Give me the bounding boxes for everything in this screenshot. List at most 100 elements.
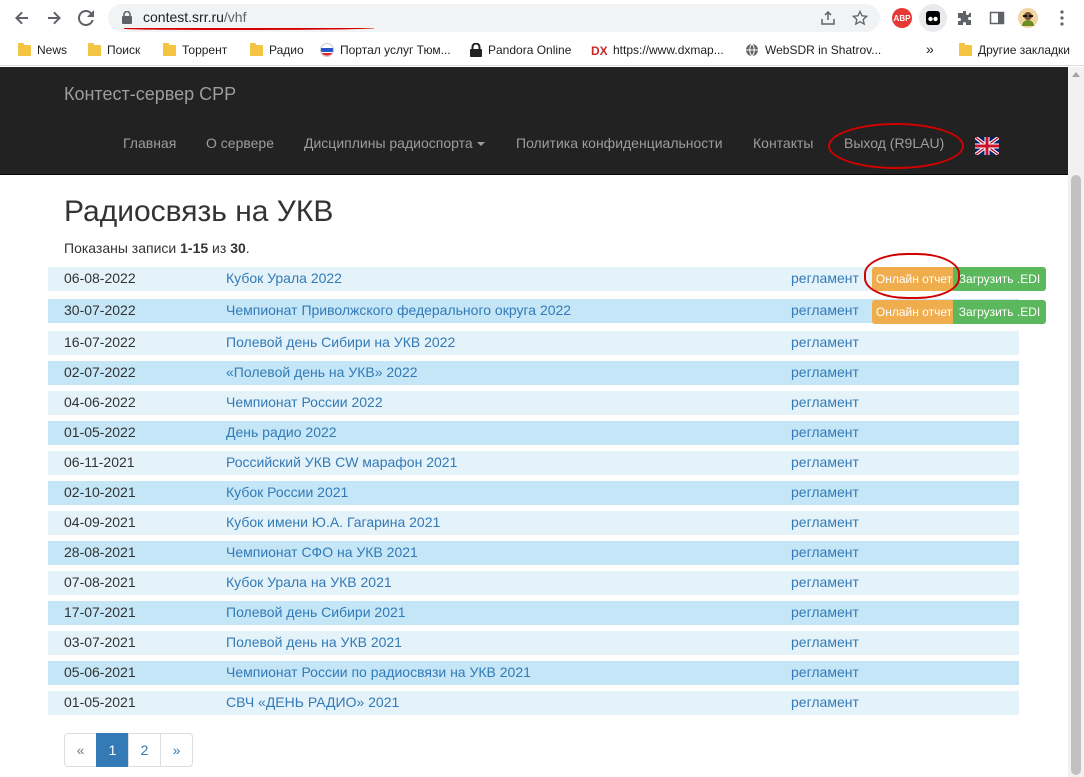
bookmark-news[interactable]: News — [18, 42, 67, 57]
contest-date: 02-07-2022 — [64, 364, 136, 380]
nav-home[interactable]: Главная — [123, 135, 176, 151]
table-row: 02-07-2022 «Полевой день на УКВ» 2022 регл… — [48, 361, 1019, 385]
table-row: 03-07-2021 Полевой день на УКВ 2021 реглам… — [48, 631, 1019, 655]
folder-icon — [959, 42, 972, 56]
reglament-link[interactable]: регламент — [791, 394, 859, 410]
reglament-link[interactable]: регламент — [791, 454, 859, 470]
bookmark-search[interactable]: Поиск — [88, 42, 140, 57]
table-row: 01-05-2021 СВЧ «ДЕНЬ РАДИО» 2021 регламент — [48, 691, 1019, 715]
padlock-icon — [470, 43, 482, 57]
reglament-link[interactable]: регламент — [791, 364, 859, 380]
browser-toolbar: contest.srr.ru/vhf ABP — [0, 0, 1084, 36]
contest-link[interactable]: Кубок России 2021 — [226, 484, 348, 500]
uk-flag-icon[interactable] — [975, 137, 999, 155]
reglament-link[interactable]: регламент — [791, 270, 859, 286]
upload-edi-button[interactable]: Загрузить .EDI — [953, 267, 1046, 291]
bookmark-pandora[interactable]: Pandora Online — [470, 43, 571, 57]
reload-icon[interactable] — [74, 6, 98, 30]
contest-link[interactable]: Полевой день Сибири 2021 — [226, 604, 406, 620]
nav-contacts[interactable]: Контакты — [753, 135, 813, 151]
pagination: « 1 2 » — [64, 733, 193, 767]
folder-icon — [163, 42, 176, 56]
bookmarks-bar: News Поиск Торрент Радио Портал услуг Тю… — [0, 36, 1084, 66]
contest-date: 06-08-2022 — [64, 270, 136, 286]
contest-date: 01-05-2021 — [64, 694, 136, 710]
pagination-next[interactable]: » — [160, 733, 193, 767]
contest-date: 06-11-2021 — [64, 454, 135, 470]
russian-flag-icon — [320, 43, 334, 57]
pagination-page-1[interactable]: 1 — [96, 733, 129, 767]
nav-about[interactable]: О сервере — [206, 135, 274, 151]
bookmark-star-icon[interactable] — [850, 8, 870, 28]
dxmaps-icon: DX — [591, 44, 607, 57]
scroll-up-icon[interactable] — [1072, 72, 1080, 77]
table-row: 04-09-2021 Кубок имени Ю.А. Гагарина 2021… — [48, 511, 1019, 535]
contest-date: 17-07-2021 — [64, 604, 136, 620]
contest-link[interactable]: Чемпионат Приволжского федерального окру… — [226, 302, 571, 318]
bookmark-gosuslugi[interactable]: Портал услуг Тюм... — [320, 43, 451, 57]
adblock-icon[interactable]: ABP — [892, 8, 912, 28]
annotation-logout-circle — [828, 123, 964, 169]
forward-icon[interactable] — [42, 6, 66, 30]
pagination-page-2[interactable]: 2 — [128, 733, 161, 767]
contest-link[interactable]: Кубок имени Ю.А. Гагарина 2021 — [226, 514, 440, 530]
page-scrollbar[interactable] — [1068, 67, 1084, 777]
contest-link[interactable]: Российский УКВ CW марафон 2021 — [226, 454, 457, 470]
nav-privacy[interactable]: Политика конфиденциальности — [516, 135, 723, 151]
contest-date: 05-06-2021 — [64, 664, 136, 680]
nav-disciplines-dropdown[interactable]: Дисциплины радиоспорта — [304, 135, 485, 151]
bookmark-websdr[interactable]: WebSDR in Shatrov... — [745, 43, 881, 57]
back-icon[interactable] — [10, 6, 34, 30]
reglament-link[interactable]: регламент — [791, 664, 859, 680]
bookmarks-overflow-chevron[interactable]: » — [926, 41, 934, 57]
contest-link[interactable]: Кубок Урала 2022 — [226, 270, 342, 286]
tampermonkey-icon[interactable] — [919, 4, 947, 32]
profile-avatar-icon[interactable] — [1018, 8, 1038, 28]
contest-link[interactable]: День радио 2022 — [226, 424, 337, 440]
extensions-icon[interactable] — [955, 8, 975, 28]
contest-date: 30-07-2022 — [64, 302, 136, 318]
pagination-prev[interactable]: « — [64, 733, 97, 767]
contest-date: 03-07-2021 — [64, 634, 136, 650]
reglament-link[interactable]: регламент — [791, 334, 859, 350]
contest-link[interactable]: Чемпионат СФО на УКВ 2021 — [226, 544, 418, 560]
bookmark-radio[interactable]: Радио — [250, 42, 304, 57]
menu-kebab-icon[interactable] — [1052, 8, 1072, 28]
svg-text:DX: DX — [591, 44, 607, 57]
reglament-link[interactable]: регламент — [791, 634, 859, 650]
globe-icon — [746, 43, 758, 57]
reglament-link[interactable]: регламент — [791, 484, 859, 500]
reglament-link[interactable]: регламент — [791, 302, 859, 318]
table-row: 04-06-2022 Чемпионат России 2022 регламент — [48, 391, 1019, 415]
reglament-link[interactable]: регламент — [791, 574, 859, 590]
contest-link[interactable]: Чемпионат России 2022 — [226, 394, 383, 410]
reglament-link[interactable]: регламент — [791, 514, 859, 530]
contest-link[interactable]: СВЧ «ДЕНЬ РАДИО» 2021 — [226, 694, 399, 710]
table-row: 17-07-2021 Полевой день Сибири 2021 реглам… — [48, 601, 1019, 625]
scrollbar-thumb[interactable] — [1071, 175, 1081, 775]
reglament-link[interactable]: регламент — [791, 604, 859, 620]
share-icon[interactable] — [818, 8, 838, 28]
folder-icon — [88, 42, 101, 56]
contest-link[interactable]: Чемпионат России по радиосвязи на УКВ 20… — [226, 664, 531, 680]
contest-link[interactable]: Полевой день на УКВ 2021 — [226, 634, 402, 650]
address-bar[interactable]: contest.srr.ru/vhf — [108, 4, 880, 32]
contest-link[interactable]: «Полевой день на УКВ» 2022 — [226, 364, 418, 380]
reglament-link[interactable]: регламент — [791, 544, 859, 560]
other-bookmarks[interactable]: Другие закладки — [959, 42, 1070, 57]
reglament-link[interactable]: регламент — [791, 424, 859, 440]
contest-date: 07-08-2021 — [64, 574, 136, 590]
bookmark-dxmaps[interactable]: DX https://www.dxmap... — [591, 43, 724, 57]
site-brand[interactable]: Контест-сервер СРР — [64, 84, 236, 105]
online-report-button[interactable]: Онлайн отчет — [872, 300, 956, 324]
table-row: 02-10-2021 Кубок России 2021 регламент — [48, 481, 1019, 505]
bookmark-torrent[interactable]: Торрент — [163, 42, 227, 57]
folder-icon — [18, 42, 31, 56]
side-panel-icon[interactable] — [987, 8, 1007, 28]
contest-link[interactable]: Полевой день Сибири на УКВ 2022 — [226, 334, 455, 350]
table-row: 07-08-2021 Кубок Урала на УКВ 2021 регламе… — [48, 571, 1019, 595]
reglament-link[interactable]: регламент — [791, 694, 859, 710]
annotation-url-underline — [124, 27, 374, 30]
upload-edi-button[interactable]: Загрузить .EDI — [953, 300, 1046, 324]
contest-link[interactable]: Кубок Урала на УКВ 2021 — [226, 574, 392, 590]
